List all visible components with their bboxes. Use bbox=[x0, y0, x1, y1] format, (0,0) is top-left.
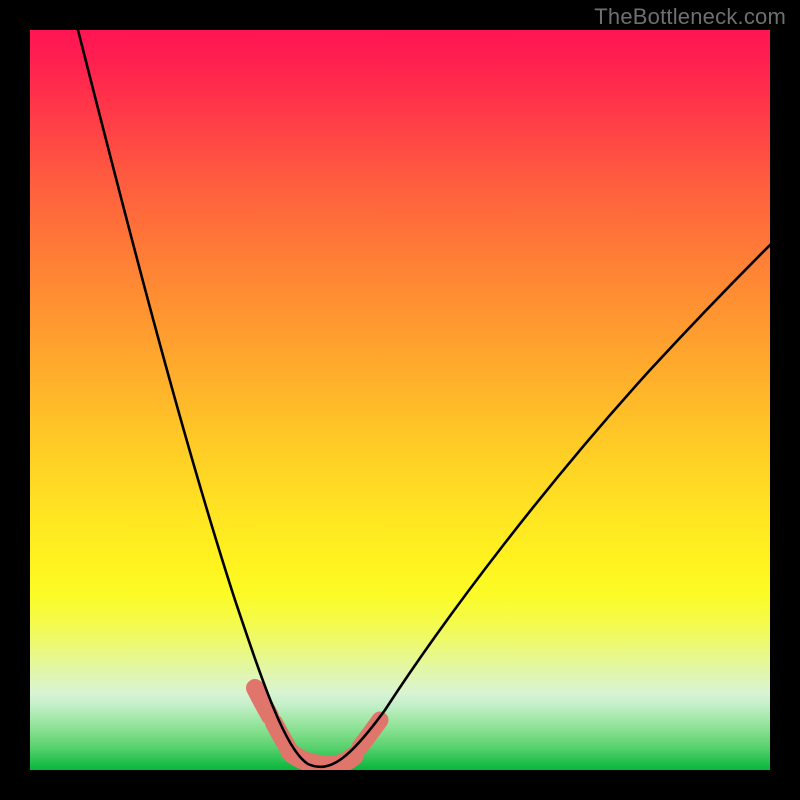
watermark-text: TheBottleneck.com bbox=[594, 4, 786, 30]
chart-svg bbox=[30, 30, 770, 770]
bottleneck-curve bbox=[78, 30, 770, 767]
valley-marker bbox=[255, 688, 380, 765]
chart-plot-area bbox=[30, 30, 770, 770]
chart-frame: TheBottleneck.com bbox=[0, 0, 800, 800]
